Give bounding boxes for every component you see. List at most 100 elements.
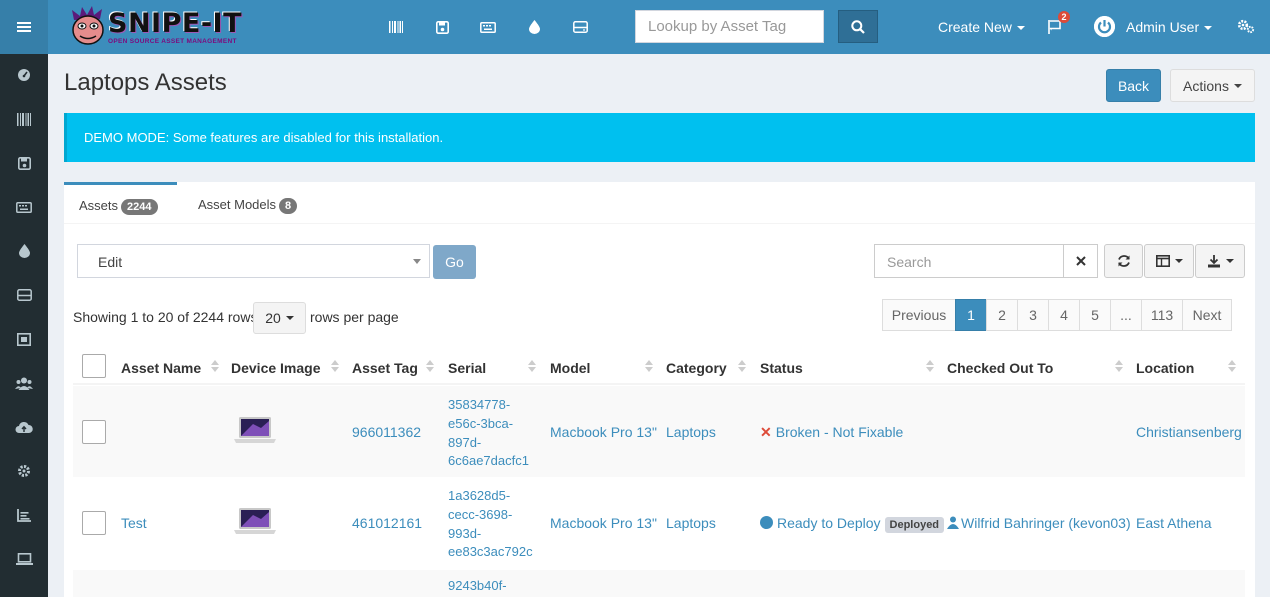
- settings-icon[interactable]: [0, 461, 48, 481]
- clear-search-button[interactable]: [1063, 244, 1098, 278]
- hdd-icon[interactable]: [570, 17, 590, 37]
- laptop-thumbnail[interactable]: [233, 507, 277, 535]
- column-header-checked-out-to[interactable]: Checked Out To: [947, 360, 1053, 376]
- sidebar-toggle-button[interactable]: [0, 0, 48, 54]
- bulk-go-button[interactable]: Go: [433, 245, 476, 279]
- asset-tag-lookup-input[interactable]: Lookup by Asset Tag: [635, 10, 824, 43]
- asset-tag-link[interactable]: 461012161: [352, 515, 422, 531]
- laptop-thumbnail[interactable]: [233, 416, 277, 444]
- top-navbar: SNIPE-IT OPEN SOURCE ASSET MANAGEMENT Lo…: [0, 0, 1270, 54]
- table-row[interactable]: Test 461012161 1a3628d5- cecc-3698- 993d…: [73, 478, 1245, 569]
- search-icon: [851, 19, 865, 34]
- tab-bar: Assets 2244 Asset Models 8: [64, 182, 1255, 224]
- save-icon[interactable]: [432, 17, 452, 37]
- keyboard-icon[interactable]: [0, 197, 48, 217]
- chevron-down-icon: [1225, 259, 1234, 263]
- export-button[interactable]: [1195, 244, 1245, 278]
- status-text: Ready to Deploy: [777, 515, 881, 531]
- asset-name-link[interactable]: Test: [121, 515, 147, 531]
- column-header-asset-tag[interactable]: Asset Tag: [352, 360, 418, 376]
- logo-text[interactable]: SNIPE-IT: [108, 8, 242, 39]
- pagination-next[interactable]: Next: [1182, 299, 1232, 331]
- pagination-page-2[interactable]: 2: [986, 299, 1018, 331]
- status-link[interactable]: Ready to Deploy Deployed: [760, 515, 945, 533]
- location-link[interactable]: Christiansenberg: [1136, 424, 1242, 440]
- column-header-device-image[interactable]: Device Image: [231, 360, 321, 376]
- column-header-status[interactable]: Status: [760, 360, 803, 376]
- barcode-icon[interactable]: [0, 109, 48, 129]
- user-avatar[interactable]: [1094, 16, 1115, 37]
- sort-icon: [1228, 360, 1236, 374]
- select-all-checkbox[interactable]: [82, 354, 106, 378]
- location-link[interactable]: East Athena: [1136, 515, 1212, 531]
- logo-mascot-icon: [72, 6, 104, 45]
- pagination-page-5[interactable]: 5: [1079, 299, 1111, 331]
- column-header-asset-name[interactable]: Asset Name: [121, 360, 201, 376]
- pagination-page-3[interactable]: 3: [1017, 299, 1049, 331]
- asset-tag-link[interactable]: 966011362: [352, 424, 421, 440]
- tab-assets-count-badge: 2244: [121, 199, 158, 215]
- refresh-button[interactable]: [1104, 244, 1143, 278]
- serial-line: 35834778-: [448, 397, 511, 412]
- tab-asset-models[interactable]: Asset Models 8: [183, 182, 312, 224]
- barcode-icon[interactable]: [386, 17, 406, 37]
- dashboard-icon[interactable]: [0, 65, 48, 85]
- serial-link[interactable]: 9243b40f-: [448, 577, 538, 596]
- table-row[interactable]: 966011362 35834778- e56c-3bca- 897d- 6c6…: [73, 386, 1245, 477]
- users-icon[interactable]: [0, 373, 48, 393]
- model-link[interactable]: Macbook Pro 13": [550, 515, 657, 531]
- drop-icon[interactable]: [0, 241, 48, 261]
- sort-icon: [738, 360, 746, 374]
- power-icon: [1094, 16, 1115, 37]
- keyboard-icon[interactable]: [478, 17, 498, 37]
- user-menu[interactable]: Admin User: [1126, 19, 1213, 35]
- bulk-action-select[interactable]: Edit: [77, 244, 430, 278]
- pagination-page-113[interactable]: 113: [1141, 299, 1183, 331]
- rows-per-page-label: rows per page: [310, 309, 399, 325]
- alert-text: DEMO MODE: Some features are disabled fo…: [84, 130, 444, 145]
- pagination-page-4[interactable]: 4: [1048, 299, 1080, 331]
- chevron-down-icon: [285, 316, 294, 320]
- hamburger-icon: [17, 20, 31, 34]
- status-link[interactable]: ✕ Broken - Not Fixable: [760, 424, 903, 441]
- columns-toggle-button[interactable]: [1144, 244, 1194, 278]
- lookup-search-button[interactable]: [838, 10, 878, 43]
- page-size-button[interactable]: 20: [253, 302, 306, 334]
- save-icon[interactable]: [0, 153, 48, 173]
- hdd-icon[interactable]: [0, 285, 48, 305]
- sort-icon: [645, 360, 653, 374]
- row-checkbox[interactable]: [82, 420, 106, 444]
- create-new-label: Create New: [938, 19, 1012, 35]
- column-header-location[interactable]: Location: [1136, 360, 1194, 376]
- pagination-page-1[interactable]: 1: [955, 299, 987, 331]
- table-search-input[interactable]: Search: [874, 244, 1064, 278]
- settings-gears-icon[interactable]: [1237, 18, 1255, 37]
- laptop-icon[interactable]: [0, 549, 48, 569]
- status-text: Broken - Not Fixable: [775, 424, 904, 440]
- serial-link[interactable]: 1a3628d5- cecc-3698- 993d- ee83c3ac792c: [448, 487, 538, 562]
- column-header-serial[interactable]: Serial: [448, 360, 486, 376]
- serial-link[interactable]: 35834778- e56c-3bca- 897d- 6c6ae7dacfc1: [448, 396, 538, 471]
- category-link[interactable]: Laptops: [666, 424, 716, 440]
- logo-subtitle: OPEN SOURCE ASSET MANAGEMENT: [108, 38, 237, 45]
- tab-assets-label: Assets: [79, 198, 119, 213]
- column-header-category[interactable]: Category: [666, 360, 727, 376]
- sort-icon: [331, 360, 339, 374]
- checked-out-to-link[interactable]: Wilfrid Bahringer (kevon03): [947, 515, 1131, 531]
- column-header-model[interactable]: Model: [550, 360, 590, 376]
- create-new-menu[interactable]: Create New: [938, 19, 1025, 35]
- reports-icon[interactable]: [0, 505, 48, 525]
- row-checkbox[interactable]: [82, 511, 106, 535]
- rows-info-text: Showing 1 to 20 of 2244 rows: [73, 309, 258, 325]
- table-row[interactable]: 9243b40f-: [73, 570, 1245, 597]
- kit-icon[interactable]: [0, 329, 48, 349]
- sort-icon: [926, 360, 934, 374]
- actions-dropdown-button[interactable]: Actions: [1170, 69, 1255, 102]
- pagination-previous[interactable]: Previous: [882, 299, 956, 331]
- cloud-upload-icon[interactable]: [0, 417, 48, 437]
- back-button[interactable]: Back: [1106, 69, 1161, 102]
- tab-assets[interactable]: Assets 2244: [64, 182, 177, 224]
- category-link[interactable]: Laptops: [666, 515, 716, 531]
- model-link[interactable]: Macbook Pro 13": [550, 424, 657, 440]
- drop-icon[interactable]: [524, 17, 544, 37]
